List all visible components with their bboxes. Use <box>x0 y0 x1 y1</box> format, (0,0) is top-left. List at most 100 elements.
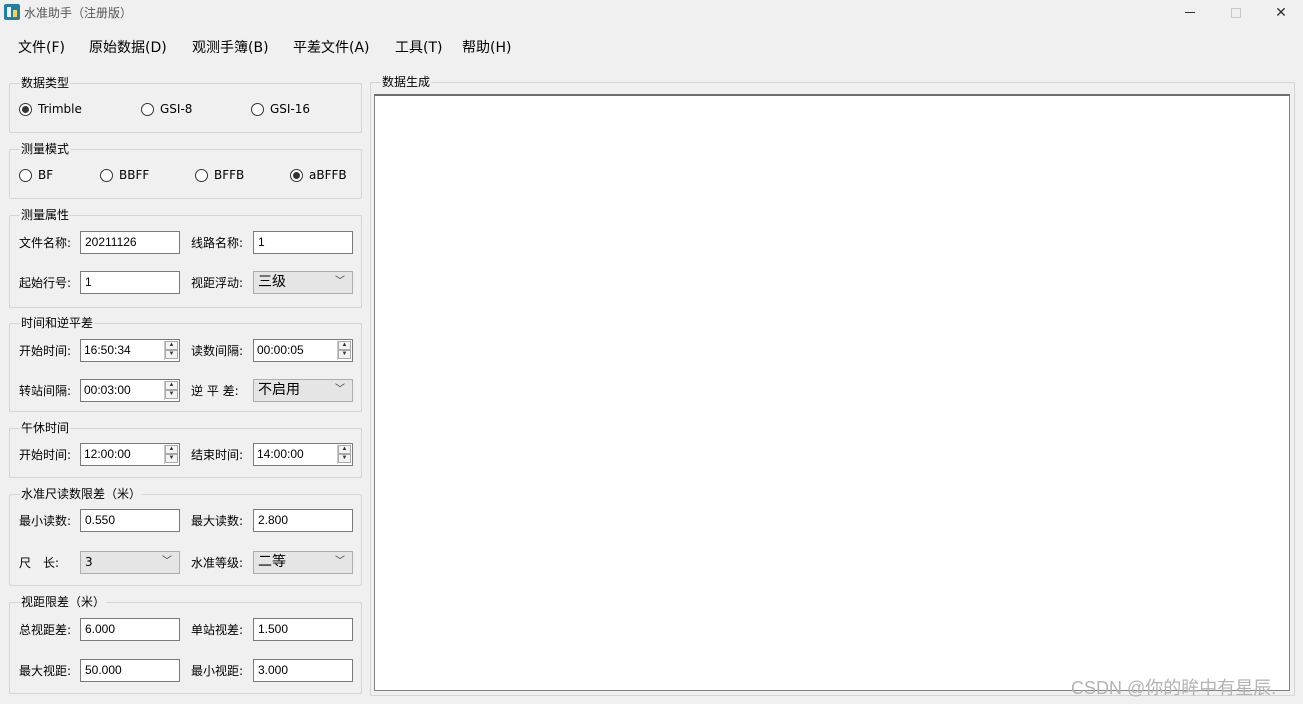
inverse-select[interactable]: 不启用 ﹀ <box>253 379 353 402</box>
chevron-down-icon: ﹀ <box>335 384 345 395</box>
group-title: 数据类型 <box>20 76 71 90</box>
max-read-input[interactable]: 2.800 <box>253 509 353 532</box>
watermark: CSDN @你的眸中有星辰. <box>1071 678 1277 698</box>
level-grade-select[interactable]: 二等 ﹀ <box>253 551 353 574</box>
min-read-label: 最小读数: <box>19 514 72 528</box>
sight-float-select[interactable]: 三级 ﹀ <box>253 271 353 294</box>
maximize-icon <box>1231 7 1241 18</box>
group-title: 数据生成 <box>381 75 432 89</box>
measure-mode-group: 测量模式 BF BBFF BFFB aBFFB <box>9 142 362 199</box>
window-title: 水准助手（注册版） <box>24 6 133 20</box>
group-title: 视距限差（米） <box>20 595 107 609</box>
chevron-down-icon: ﹀ <box>335 556 345 567</box>
radio-label: BF <box>38 168 54 182</box>
spinner-value: 12:00:00 <box>84 447 131 461</box>
radio-label: GSI-8 <box>160 102 193 116</box>
group-title: 时间和逆平差 <box>20 316 95 330</box>
spin-up-icon[interactable]: ▲ <box>165 445 178 454</box>
total-sight-diff-input[interactable]: 6.000 <box>80 618 180 641</box>
menu-field-book[interactable]: 观测手簿(B) <box>192 37 269 57</box>
radio-unchecked-icon <box>251 102 264 116</box>
spinner-value: 14:00:00 <box>257 447 304 461</box>
min-sight-input[interactable]: 3.000 <box>253 659 353 682</box>
route-name-input[interactable]: 1 <box>253 231 353 254</box>
spin-up-icon[interactable]: ▲ <box>338 445 351 454</box>
radio-trimble[interactable]: Trimble <box>19 102 82 116</box>
menu-bar: 文件(F) 原始数据(D) 观测手簿(B) 平差文件(A) 工具(T) 帮助(H… <box>0 29 1303 61</box>
radio-gsi8[interactable]: GSI-8 <box>141 102 192 116</box>
rod-limit-group: 水准尺读数限差（米） 最小读数: 0.550 最大读数: 2.800 尺 长: … <box>9 487 362 586</box>
select-value: 三级 <box>258 274 286 290</box>
radio-bffb[interactable]: BFFB <box>195 168 244 182</box>
radio-label: aBFFB <box>309 168 347 182</box>
spin-down-icon[interactable]: ▼ <box>165 454 178 463</box>
measure-props-group: 测量属性 文件名称: 20211126 线路名称: 1 起始行号: 1 视距浮动… <box>9 208 362 308</box>
data-type-group: 数据类型 Trimble GSI-8 GSI-16 <box>9 76 362 133</box>
radio-unchecked-icon <box>19 168 32 182</box>
spinner-value: 00:03:00 <box>84 383 131 397</box>
time-group: 时间和逆平差 开始时间: 16:50:34 ▲ ▼ 读数间隔: 00:00:05 … <box>9 316 362 412</box>
lunch-end-spinner[interactable]: 14:00:00 ▲ ▼ <box>253 443 353 466</box>
radio-bf[interactable]: BF <box>19 168 53 182</box>
menu-adjustment[interactable]: 平差文件(A) <box>293 37 370 57</box>
min-read-input[interactable]: 0.550 <box>80 509 180 532</box>
select-value: 不启用 <box>258 382 300 398</box>
spin-down-icon[interactable]: ▼ <box>338 350 351 359</box>
spin-down-icon[interactable]: ▼ <box>338 454 351 463</box>
radio-bbff[interactable]: BBFF <box>100 168 149 182</box>
radio-checked-icon <box>19 102 32 116</box>
maximize-button[interactable] <box>1213 0 1259 25</box>
spin-down-icon[interactable]: ▼ <box>165 350 178 359</box>
file-name-label: 文件名称: <box>19 236 72 250</box>
start-time-spinner[interactable]: 16:50:34 ▲ ▼ <box>80 339 180 362</box>
group-title: 测量属性 <box>20 208 71 222</box>
radio-gsi16[interactable]: GSI-16 <box>251 102 310 116</box>
read-interval-spinner[interactable]: 00:00:05 ▲ ▼ <box>253 339 353 362</box>
min-sight-label: 最小视距: <box>191 664 244 678</box>
spin-down-icon[interactable]: ▼ <box>165 390 178 399</box>
lunch-group: 午休时间 开始时间: 12:00:00 ▲ ▼ 结束时间: 14:00:00 ▲ ▼ <box>9 421 362 478</box>
minimize-button[interactable] <box>1167 0 1213 25</box>
output-textarea[interactable] <box>374 94 1290 691</box>
menu-file[interactable]: 文件(F) <box>18 37 65 57</box>
sight-limit-group: 视距限差（米） 总视距差: 6.000 单站视差: 1.500 最大视距: 50… <box>9 595 362 694</box>
radio-label: BBFF <box>119 168 150 182</box>
radio-unchecked-icon <box>100 168 113 182</box>
station-interval-spinner[interactable]: 00:03:00 ▲ ▼ <box>80 379 180 402</box>
menu-raw-data[interactable]: 原始数据(D) <box>89 37 167 57</box>
rod-length-select[interactable]: 3 ﹀ <box>80 551 180 574</box>
radio-unchecked-icon <box>195 168 208 182</box>
spinner-value: 00:00:05 <box>257 343 304 357</box>
menu-help[interactable]: 帮助(H) <box>462 37 511 57</box>
radio-abffb[interactable]: aBFFB <box>290 168 347 182</box>
app-icon <box>4 4 20 20</box>
rod-length-label: 尺 长: <box>19 556 60 570</box>
file-name-input[interactable]: 20211126 <box>80 231 180 254</box>
radio-label: GSI-16 <box>270 102 311 116</box>
lunch-end-label: 结束时间: <box>191 448 244 462</box>
close-button[interactable]: ✕ <box>1258 0 1303 25</box>
lunch-start-label: 开始时间: <box>19 448 72 462</box>
level-grade-label: 水准等级: <box>191 556 244 570</box>
spinner-arrows: ▲ ▼ <box>164 341 178 360</box>
inverse-label: 逆 平 差: <box>191 384 239 398</box>
single-sight-diff-label: 单站视差: <box>191 623 244 637</box>
total-sight-diff-label: 总视距差: <box>19 623 72 637</box>
single-sight-diff-input[interactable]: 1.500 <box>253 618 353 641</box>
start-time-label: 开始时间: <box>19 344 72 358</box>
spinner-arrows: ▲ ▼ <box>164 381 178 400</box>
max-sight-label: 最大视距: <box>19 664 72 678</box>
chevron-down-icon: ﹀ <box>335 276 345 287</box>
start-row-input[interactable]: 1 <box>80 271 180 294</box>
start-row-label: 起始行号: <box>19 276 72 290</box>
minimize-icon <box>1185 12 1195 13</box>
spin-up-icon[interactable]: ▲ <box>165 381 178 390</box>
radio-label: Trimble <box>38 102 82 116</box>
max-sight-input[interactable]: 50.000 <box>80 659 180 682</box>
menu-tools[interactable]: 工具(T) <box>395 37 442 57</box>
read-interval-label: 读数间隔: <box>191 344 244 358</box>
lunch-start-spinner[interactable]: 12:00:00 ▲ ▼ <box>80 443 180 466</box>
spin-up-icon[interactable]: ▲ <box>338 341 351 350</box>
close-icon: ✕ <box>1275 4 1287 21</box>
spin-up-icon[interactable]: ▲ <box>165 341 178 350</box>
